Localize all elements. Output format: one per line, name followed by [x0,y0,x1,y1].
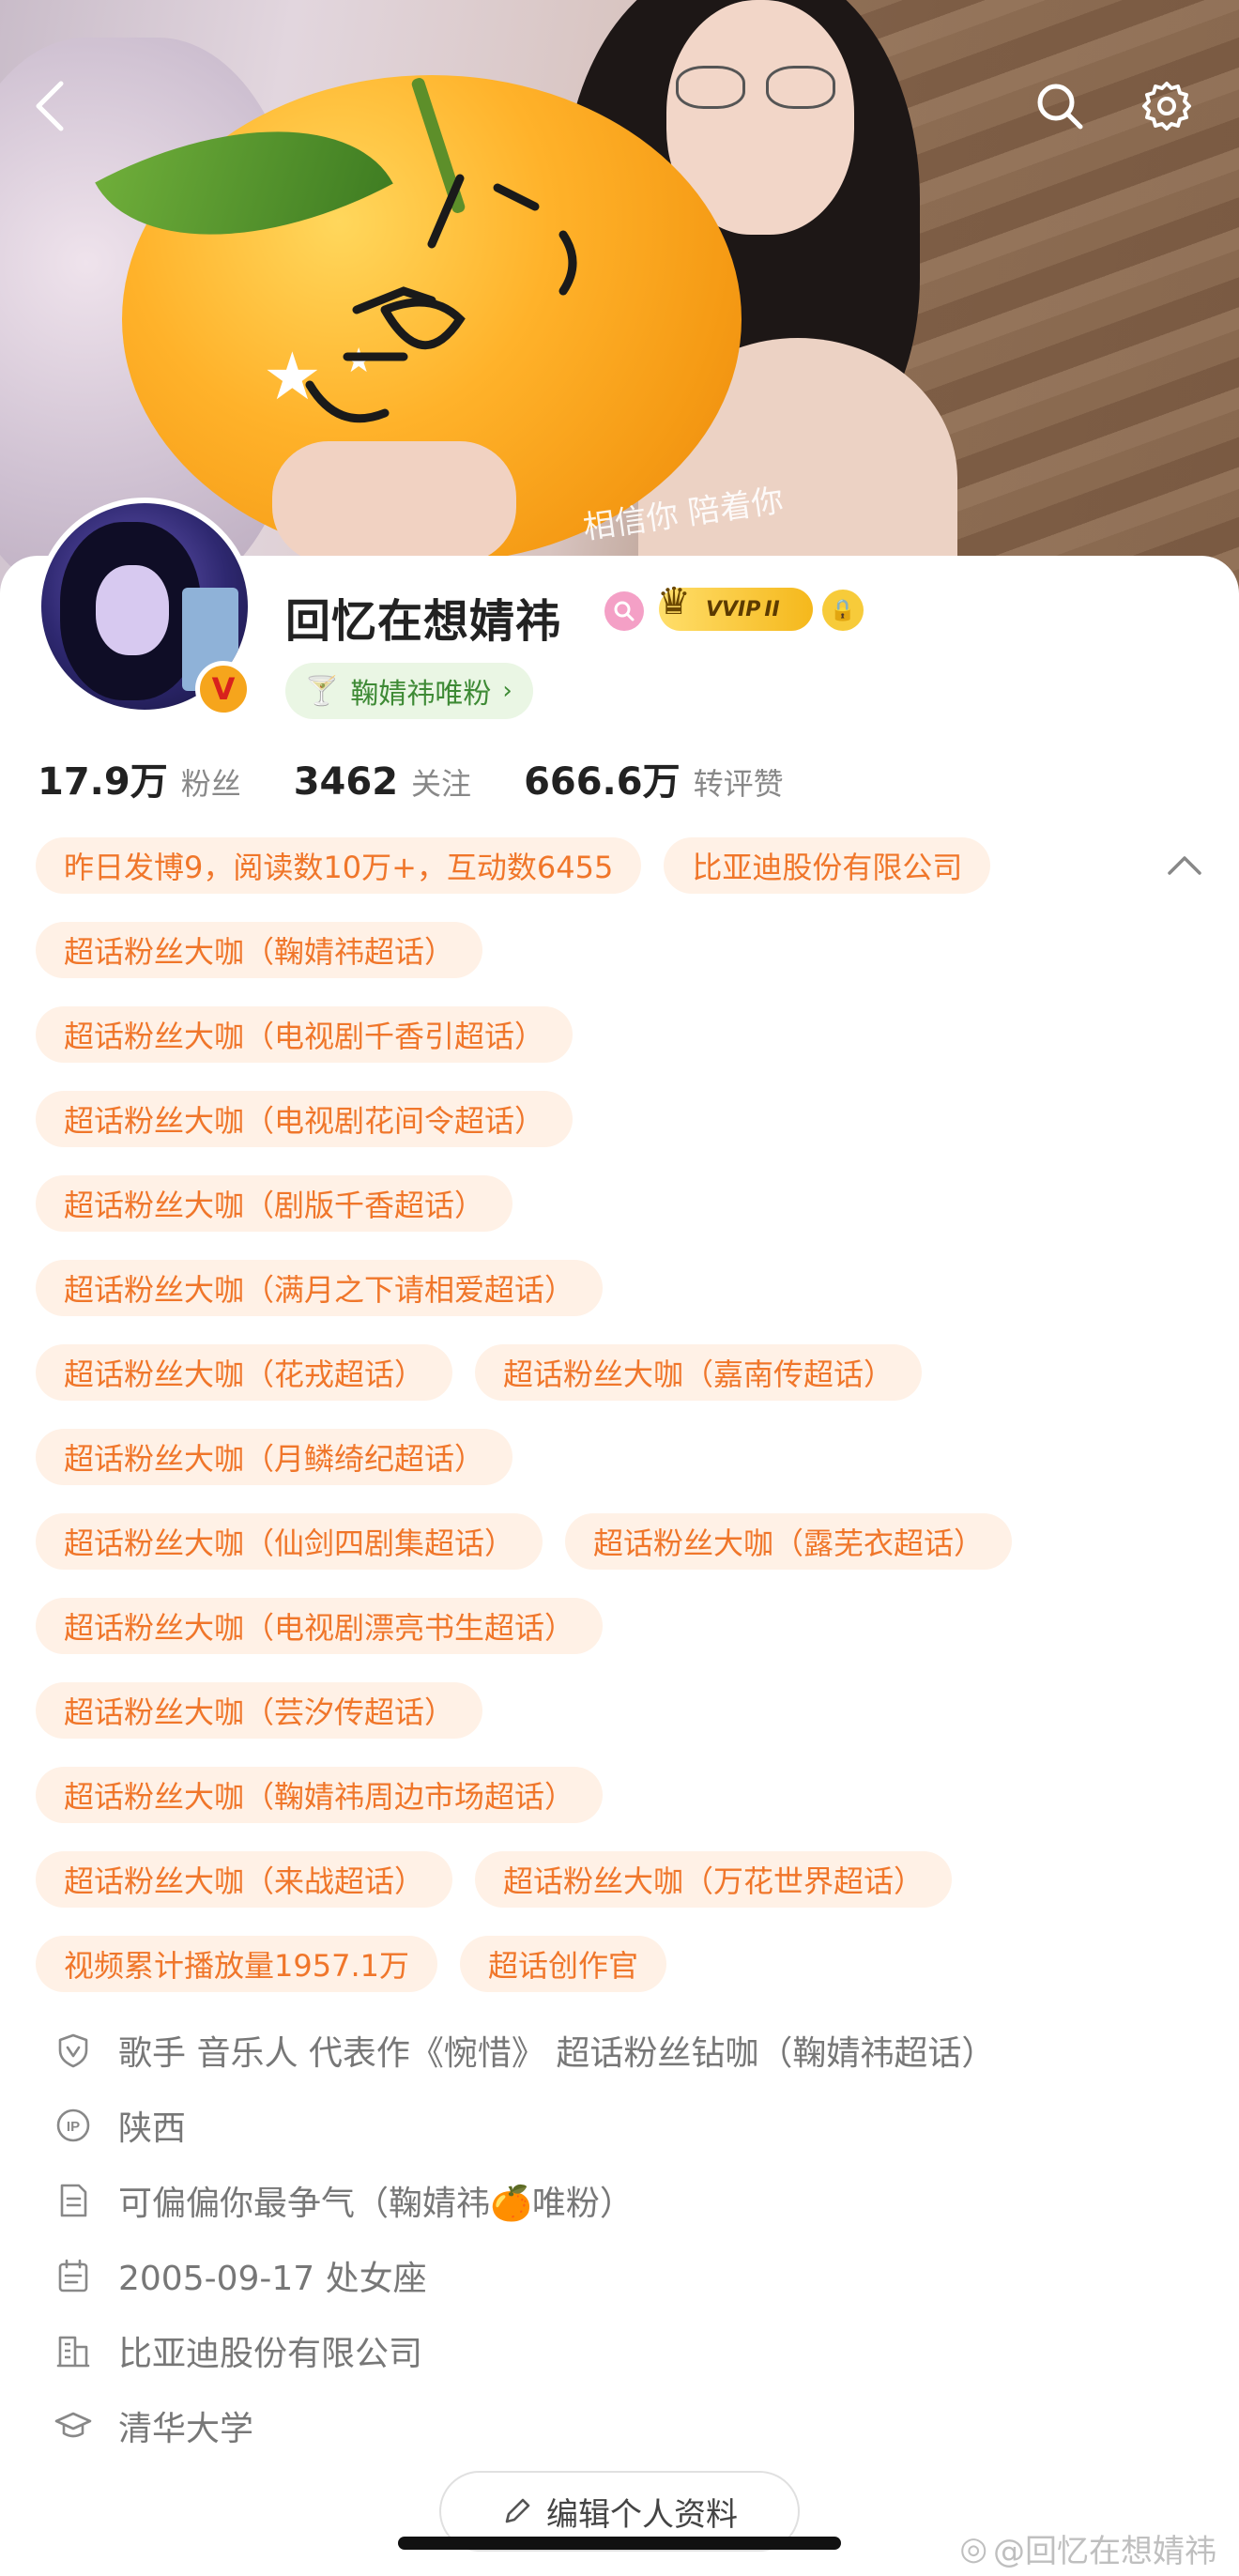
info-birthday: 2005-09-17 处女座 [118,2260,427,2298]
profile-tag[interactable]: 超话粉丝大咖（剧版千香超话） [36,1175,513,1232]
document-icon [60,2184,87,2217]
likes-count: 666.6万 [524,760,681,804]
collapse-button[interactable] [1164,845,1205,886]
gear-icon [1142,82,1191,130]
info-bio: 可偏偏你最争气（鞠婧祎🍊唯粉） [118,2185,634,2223]
calendar-icon [58,2259,88,2292]
info-row-description: 歌手 音乐人 代表作《惋惜》 超话粉丝钻咖（鞠婧祎超话） [54,2013,1218,2088]
tag-row: 超话粉丝大咖（月鳞绮纪超话） [36,1429,1153,1485]
chevron-right-icon: › [502,677,512,705]
profile-tag[interactable]: 昨日发博9，阅读数10万+，互动数6455 [36,837,642,894]
profile-tag[interactable]: 视频累计播放量1957.1万 [36,1936,437,1992]
vip-label: VVIP [706,597,761,621]
profile-tag[interactable]: 超话粉丝大咖（满月之下请相爱超话） [36,1260,604,1316]
following-stat[interactable]: 3462 关注 [294,760,471,804]
tag-row: 超话粉丝大咖（仙剑四剧集超话） 超话粉丝大咖（露芜衣超话） [36,1513,1153,1570]
settings-button[interactable] [1134,73,1200,139]
tag-row: 超话粉丝大咖（来战超话） 超话粉丝大咖（万花世界超话） [36,1851,1153,1908]
tag-row: 超话粉丝大咖（鞠婧祎周边市场超话） [36,1767,1153,1823]
chevron-up-icon [1168,856,1201,875]
following-count: 3462 [293,760,399,804]
ip-location-icon: IP [56,2108,90,2142]
company-icon [56,2336,90,2368]
profile-stats: 17.9万 粉丝 3462 关注 666.6万 转评赞 [38,751,836,805]
verified-badge: V [195,661,252,717]
profile-tag[interactable]: 超话创作官 [459,1936,666,1992]
profile-tag[interactable]: 超话粉丝大咖（花戎超话） [36,1344,453,1401]
likes-stat[interactable]: 666.6万 转评赞 [524,751,784,805]
info-row-birthday: 2005-09-17 处女座 [54,2238,1218,2313]
profile-info: 歌手 音乐人 代表作《惋惜》 超话粉丝钻咖（鞠婧祎超话） IP 陕西 可偏偏你最… [54,2013,1218,2463]
search-badge-icon[interactable] [604,591,644,631]
hand [272,441,516,563]
profile-tag[interactable]: 超话粉丝大咖（仙剑四剧集超话） [36,1513,543,1570]
following-label: 关注 [411,766,472,802]
info-company: 比亚迪股份有限公司 [118,2335,423,2373]
profile-tag[interactable]: 超话粉丝大咖（来战超话） [36,1851,453,1908]
weibo-watermark: ◎ @回忆在想婧祎 [959,2525,1216,2571]
info-description: 歌手 音乐人 代表作《惋惜》 超话粉丝钻咖（鞠婧祎超话） [118,2034,996,2073]
pencil-icon [505,2498,530,2523]
trophy-icon: 🍸 [304,674,340,708]
lock-badge-icon[interactable]: 🔒 [822,590,864,631]
tag-row: 超话粉丝大咖（电视剧花间令超话） [36,1091,1153,1147]
likes-label: 转评赞 [693,766,784,802]
info-row-school: 清华大学 [54,2388,1218,2463]
search-icon [1037,84,1083,130]
followers-count: 17.9万 [38,760,168,804]
info-row-ip: IP 陕西 [54,2088,1218,2163]
vip-level: II [764,597,780,621]
tag-row: 超话粉丝大咖（满月之下请相爱超话） [36,1260,1153,1316]
info-school: 清华大学 [118,2410,254,2448]
tag-row: 超话粉丝大咖（剧版千香超话） [36,1175,1153,1232]
home-indicator[interactable] [398,2537,841,2550]
profile-tag[interactable]: 超话粉丝大咖（电视剧花间令超话） [36,1091,574,1147]
tag-row: 昨日发博9，阅读数10万+，互动数6455 比亚迪股份有限公司 [36,837,1153,894]
profile-name: 回忆在想婧祎 [285,595,562,648]
profile-tag[interactable]: 超话粉丝大咖（万花世界超话） [475,1851,953,1908]
info-ip: 陕西 [118,2109,187,2148]
profile-tag[interactable]: 比亚迪股份有限公司 [664,837,991,894]
profile-tag[interactable]: 超话粉丝大咖（鞠婧祎超话） [36,922,483,978]
followers-label: 粉丝 [180,766,241,802]
profile-tag[interactable]: 超话粉丝大咖（鞠婧祎周边市场超话） [36,1767,604,1823]
info-row-company: 比亚迪股份有限公司 [54,2313,1218,2388]
weibo-logo-icon: ◎ [959,2529,987,2568]
tag-row: 超话粉丝大咖（芸汐传超话） [36,1682,1153,1739]
search-button[interactable] [1027,73,1093,139]
tag-row: 超话粉丝大咖（电视剧千香引超话） [36,1006,1153,1063]
info-row-bio: 可偏偏你最争气（鞠婧祎🍊唯粉） [54,2163,1218,2238]
crown-icon: ♛ [657,580,691,623]
tag-row: 超话粉丝大咖（电视剧漂亮书生超话） [36,1598,1153,1654]
profile-tag[interactable]: 超话粉丝大咖（月鳞绮纪超话） [36,1429,513,1485]
back-button[interactable] [17,73,83,139]
profile-tag[interactable]: 超话粉丝大咖（露芜衣超话） [565,1513,1013,1570]
profile-tag[interactable]: 超话粉丝大咖（芸汐传超话） [36,1682,483,1739]
profile-tag[interactable]: 超话粉丝大咖（嘉南传超话） [475,1344,923,1401]
watermark-text: @回忆在想婧祎 [993,2533,1216,2570]
graduation-cap-icon [54,2412,92,2438]
tag-row: 视频累计播放量1957.1万 超话创作官 [36,1936,1153,1992]
fan-badge-label: 鞠婧祎唯粉 [350,678,492,711]
profile-tag[interactable]: 超话粉丝大咖（电视剧千香引超话） [36,1006,574,1063]
profile-tag[interactable]: 超话粉丝大咖（电视剧漂亮书生超话） [36,1598,604,1654]
chevron-left-icon [36,81,64,131]
shield-v-icon [58,2033,88,2068]
svg-text:IP: IP [67,2119,80,2135]
fan-badge[interactable]: 🍸 鞠婧祎唯粉 › [285,663,533,719]
edit-profile-label: 编辑个人资料 [546,2495,738,2534]
followers-stat[interactable]: 17.9万 粉丝 [38,751,241,805]
tag-row: 超话粉丝大咖（鞠婧祎超话） [36,922,1153,978]
profile-tags: 昨日发博9，阅读数10万+，互动数6455 比亚迪股份有限公司超话粉丝大咖（鞠婧祎… [36,837,1153,2020]
tag-row: 超话粉丝大咖（花戎超话） 超话粉丝大咖（嘉南传超话） [36,1344,1153,1401]
